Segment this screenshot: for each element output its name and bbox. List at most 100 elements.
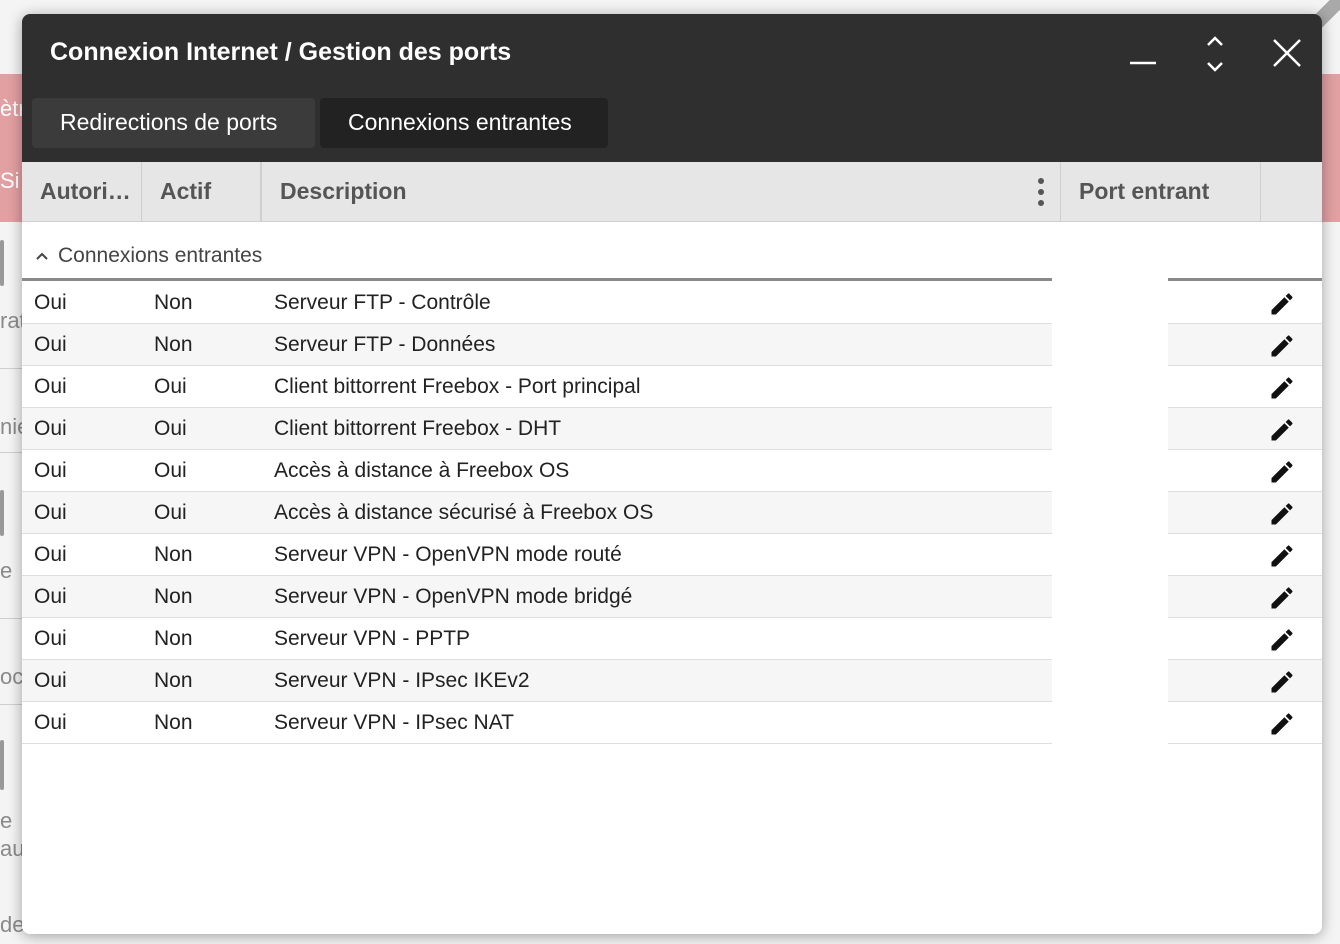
pencil-icon <box>1271 419 1293 441</box>
edit-button[interactable] <box>1268 710 1296 738</box>
minimize-icon <box>1130 61 1156 65</box>
table-row[interactable]: Oui Non Serveur VPN - IPsec NAT <box>22 702 1322 744</box>
column-menu-button[interactable] <box>1031 176 1051 208</box>
table-row[interactable]: Oui Oui Accès à distance à Freebox OS <box>22 450 1322 492</box>
table-row[interactable]: Oui Oui Accès à distance sécurisé à Freebo… <box>22 492 1322 534</box>
column-header-authorized[interactable]: Autori… <box>22 162 142 221</box>
cell-description: Serveur VPN - PPTP <box>274 627 471 650</box>
tab-incoming-connections[interactable]: Connexions entrantes <box>320 98 608 148</box>
window-title: Connexion Internet / Gestion des ports <box>50 38 512 66</box>
cell-active: Non <box>154 585 193 608</box>
row-background <box>1168 324 1322 366</box>
cell-description: Accès à distance à Freebox OS <box>274 459 570 482</box>
edit-button[interactable] <box>1268 500 1296 528</box>
background-control <box>0 240 4 286</box>
row-background <box>1168 408 1322 450</box>
cell-active: Non <box>154 627 193 650</box>
table-row[interactable]: Oui Non Serveur FTP - Contrôle <box>22 282 1322 324</box>
cell-authorized: Oui <box>34 417 67 440</box>
row-background <box>1168 618 1322 660</box>
cell-authorized: Oui <box>34 669 67 692</box>
edit-button[interactable] <box>1268 542 1296 570</box>
background-text-fragment: oc <box>0 664 24 689</box>
edit-button[interactable] <box>1268 584 1296 612</box>
background-text-fragment: e <box>0 808 13 833</box>
cell-active: Non <box>154 543 193 566</box>
row-background <box>1168 366 1322 408</box>
close-icon <box>1273 39 1301 67</box>
close-button[interactable] <box>1267 34 1307 74</box>
maximize-button[interactable] <box>1195 34 1235 74</box>
cell-authorized: Oui <box>34 333 67 356</box>
column-header-active[interactable]: Actif <box>142 162 261 221</box>
cell-description: Serveur VPN - IPsec IKEv2 <box>274 669 530 692</box>
table-row[interactable]: Oui Oui Client bittorrent Freebox - DHT <box>22 408 1322 450</box>
cell-authorized: Oui <box>34 627 67 650</box>
column-header-actions <box>1261 162 1322 221</box>
table-header: Autori… Actif Description Port entrant <box>22 162 1322 222</box>
group-divider <box>1168 278 1322 281</box>
edit-button[interactable] <box>1268 458 1296 486</box>
group-divider <box>22 278 1052 281</box>
cell-authorized: Oui <box>34 459 67 482</box>
pencil-icon <box>1271 335 1293 357</box>
edit-button[interactable] <box>1268 626 1296 654</box>
background-control <box>0 740 4 790</box>
cell-description: Accès à distance sécurisé à Freebox OS <box>274 501 654 524</box>
pencil-icon <box>1271 377 1293 399</box>
cell-authorized: Oui <box>34 585 67 608</box>
vertical-dots-icon <box>1038 178 1044 206</box>
background-text-fragment: Si <box>0 168 20 193</box>
table-row[interactable]: Oui Non Serveur VPN - OpenVPN mode routé <box>22 534 1322 576</box>
table-row[interactable]: Oui Oui Client bittorrent Freebox - Port p… <box>22 366 1322 408</box>
column-header-description[interactable]: Description <box>261 162 1061 221</box>
pencil-icon <box>1271 503 1293 525</box>
cell-description: Serveur FTP - Contrôle <box>274 291 491 314</box>
edit-button[interactable] <box>1268 668 1296 696</box>
table-row[interactable]: Oui Non Serveur VPN - PPTP <box>22 618 1322 660</box>
chevron-up-icon[interactable] <box>34 248 50 264</box>
pencil-icon <box>1271 545 1293 567</box>
table-row[interactable]: Oui Non Serveur VPN - IPsec IKEv2 <box>22 660 1322 702</box>
edit-button[interactable] <box>1268 290 1296 318</box>
row-background <box>1168 660 1322 702</box>
cell-description: Serveur VPN - OpenVPN mode bridgé <box>274 585 633 608</box>
pencil-icon <box>1271 671 1293 693</box>
cell-active: Oui <box>154 459 187 482</box>
row-background <box>1168 534 1322 576</box>
edit-button[interactable] <box>1268 416 1296 444</box>
cell-description: Client bittorrent Freebox - Port princip… <box>274 375 641 398</box>
expand-collapse-icon <box>1207 36 1223 72</box>
edit-button[interactable] <box>1268 374 1296 402</box>
row-background <box>1168 492 1322 534</box>
minimize-button[interactable] <box>1122 34 1162 74</box>
cell-description: Serveur VPN - OpenVPN mode routé <box>274 543 622 566</box>
edit-button[interactable] <box>1268 332 1296 360</box>
background-text-fragment: au <box>0 836 25 861</box>
row-background <box>1168 450 1322 492</box>
pencil-icon <box>1271 293 1293 315</box>
cell-authorized: Oui <box>34 711 67 734</box>
cell-authorized: Oui <box>34 501 67 524</box>
background-control <box>0 490 4 536</box>
background-text-fragment: de <box>0 912 25 937</box>
column-header-incoming-port[interactable]: Port entrant <box>1061 162 1261 221</box>
cell-description: Client bittorrent Freebox - DHT <box>274 417 562 440</box>
cell-active: Non <box>154 333 193 356</box>
cell-description: Serveur VPN - IPsec NAT <box>274 711 515 734</box>
table-row[interactable]: Oui Non Serveur VPN - OpenVPN mode bridgé <box>22 576 1322 618</box>
pencil-icon <box>1271 461 1293 483</box>
cell-active: Oui <box>154 375 187 398</box>
cell-active: Non <box>154 291 193 314</box>
row-background <box>1168 702 1322 744</box>
tab-port-redirections[interactable]: Redirections de ports <box>32 98 315 148</box>
cell-active: Oui <box>154 417 187 440</box>
table-row[interactable]: Oui Non Serveur FTP - Données <box>22 324 1322 366</box>
group-header[interactable]: Connexions entrantes <box>22 238 1322 280</box>
row-background <box>1168 576 1322 618</box>
group-label: Connexions entrantes <box>58 244 263 267</box>
cell-active: Non <box>154 711 193 734</box>
port-management-window: Connexion Internet / Gestion des ports R… <box>22 14 1322 934</box>
cell-description: Serveur FTP - Données <box>274 333 496 356</box>
cell-authorized: Oui <box>34 543 67 566</box>
